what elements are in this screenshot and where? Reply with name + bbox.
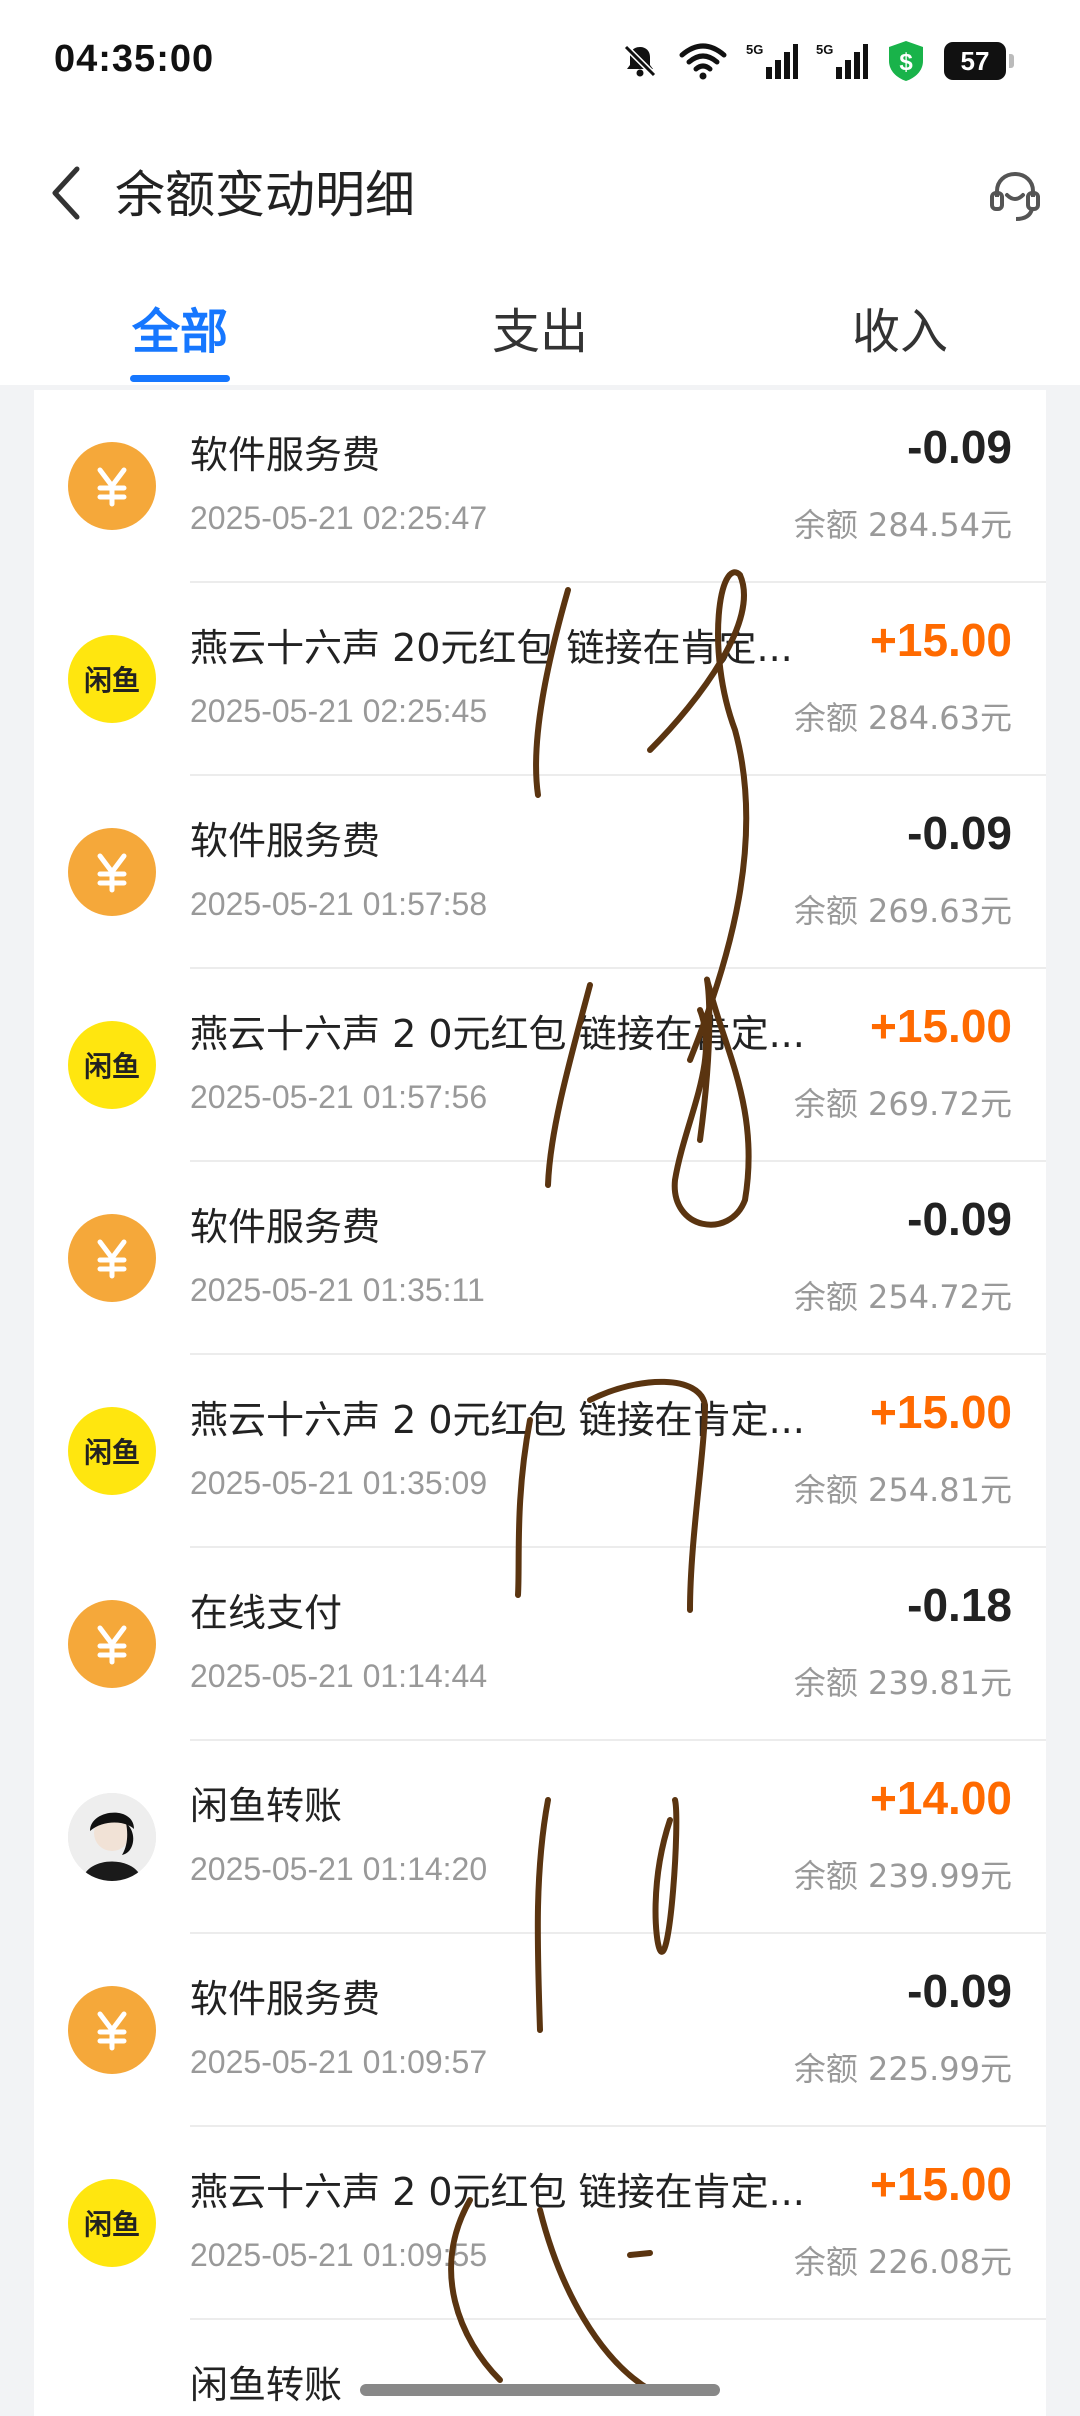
transaction-amount: +14.00: [870, 1772, 1012, 1824]
transaction-title: 软件服务费: [190, 819, 381, 863]
svg-text:$: $: [899, 49, 913, 76]
page-title: 余额变动明细: [115, 166, 415, 224]
avatar: [68, 1793, 156, 1881]
battery-indicator: 57: [944, 42, 1014, 80]
transaction-balance: 余额 226.08元: [793, 2243, 1012, 2281]
status-bar: 04:35:00 5G 5G $ 57: [0, 0, 1080, 130]
transaction-amount: +15.00: [870, 1386, 1012, 1438]
filter-tabs: 全部 支出 收入: [0, 270, 1080, 385]
wifi-icon: [678, 41, 728, 81]
transaction-time: 2025-05-21 01:57:56: [190, 1079, 488, 1115]
transaction-list: 软件服务费 2025-05-21 02:25:47 -0.09 余额 284.5…: [34, 390, 1046, 2416]
tab-all[interactable]: 全部: [80, 292, 280, 362]
transaction-time: 2025-05-21 01:57:58: [190, 886, 488, 922]
transaction-balance: 余额 254.72元: [793, 1278, 1012, 1316]
transaction-time: 2025-05-21 01:14:20: [190, 1851, 488, 1887]
xianyu-icon: 闲鱼: [68, 1407, 156, 1495]
5g-signal-icon: 5G: [746, 41, 798, 81]
list-item[interactable]: 在线支付 2025-05-21 01:14:44 -0.18 余额 239.81…: [34, 1548, 1046, 1741]
transaction-balance: 余额 284.54元: [793, 506, 1012, 544]
transaction-balance: 余额 239.81元: [793, 1664, 1012, 1702]
list-item[interactable]: 软件服务费 2025-05-21 01:35:11 -0.09 余额 254.7…: [34, 1162, 1046, 1355]
xianyu-logo-text: 闲鱼: [83, 664, 140, 697]
transaction-title: 燕云十六声 2 0元红包 链接在肯定...: [190, 1012, 805, 1056]
svg-text:5G: 5G: [816, 42, 833, 57]
status-icons: 5G 5G $ 57: [620, 36, 1014, 86]
xianyu-icon: 闲鱼: [68, 635, 156, 723]
transaction-title: 软件服务费: [190, 1205, 381, 1249]
xianyu-logo-text: 闲鱼: [83, 1050, 140, 1083]
xianyu-icon: 闲鱼: [68, 2179, 156, 2267]
transaction-balance: 余额 284.63元: [793, 699, 1012, 737]
tab-income[interactable]: 收入: [800, 292, 1000, 362]
transaction-title: 软件服务费: [190, 433, 381, 477]
transaction-amount: -0.09: [907, 1965, 1012, 2017]
transaction-balance: 余额 239.99元: [793, 1857, 1012, 1895]
transaction-title: 燕云十六声 2 0元红包 链接在肯定...: [190, 1398, 805, 1442]
customer-service-button[interactable]: [980, 162, 1050, 232]
transaction-amount: +15.00: [870, 614, 1012, 666]
transaction-time: 2025-05-21 01:35:11: [190, 1272, 485, 1308]
balance-detail-page: 04:35:00 5G 5G $ 57 余额变动明细 全部 支出 收入 软件服务…: [0, 0, 1080, 2416]
transaction-amount: +15.00: [870, 2158, 1012, 2210]
transaction-amount: -0.18: [907, 1579, 1012, 1631]
yuan-icon: [68, 442, 156, 530]
5g-signal-icon: 5G: [816, 41, 868, 81]
list-item[interactable]: 闲鱼 燕云十六声 2 0元红包 链接在肯定... 2025-05-21 01:5…: [34, 969, 1046, 1162]
transaction-title: 在线支付: [190, 1591, 343, 1635]
transaction-time: 2025-05-21 02:25:45: [190, 693, 488, 729]
list-item[interactable]: 软件服务费 2025-05-21 01:09:57 -0.09 余额 225.9…: [34, 1934, 1046, 2127]
tab-expense[interactable]: 支出: [440, 292, 640, 362]
yuan-icon: [68, 1986, 156, 2074]
chevron-left-icon: [47, 163, 87, 227]
transaction-title: 闲鱼转账: [190, 2363, 343, 2407]
transaction-title: 闲鱼转账: [190, 1784, 343, 1828]
transaction-time: 2025-05-21 01:09:55: [190, 2237, 488, 2273]
back-button[interactable]: [32, 160, 102, 230]
list-item[interactable]: 闲鱼 燕云十六声 2 0元红包 链接在肯定... 2025-05-21 01:3…: [34, 1355, 1046, 1548]
xianyu-logo-text: 闲鱼: [83, 2208, 140, 2241]
transaction-time: 2025-05-21 02:25:47: [190, 500, 488, 536]
transaction-title: 软件服务费: [190, 1977, 381, 2021]
list-item[interactable]: 闲鱼转账: [34, 2320, 1046, 2416]
transaction-balance: 余额 254.81元: [793, 1471, 1012, 1509]
transaction-balance: 余额 225.99元: [793, 2050, 1012, 2088]
transaction-time: 2025-05-21 01:09:57: [190, 2044, 488, 2080]
bell-muted-icon: [620, 41, 660, 81]
list-item[interactable]: 软件服务费 2025-05-21 02:25:47 -0.09 余额 284.5…: [34, 390, 1046, 583]
transaction-amount: +15.00: [870, 1000, 1012, 1052]
list-item[interactable]: 软件服务费 2025-05-21 01:57:58 -0.09 余额 269.6…: [34, 776, 1046, 969]
transaction-balance: 余额 269.72元: [793, 1085, 1012, 1123]
list-item[interactable]: 闲鱼转账 2025-05-21 01:14:20 +14.00 余额 239.9…: [34, 1741, 1046, 1934]
yuan-icon: [68, 1600, 156, 1688]
transaction-amount: -0.09: [907, 421, 1012, 473]
home-indicator[interactable]: [360, 2384, 720, 2396]
transaction-balance: 余额 269.63元: [793, 892, 1012, 930]
xianyu-logo-text: 闲鱼: [83, 1436, 140, 1469]
customer-service-icon: [985, 165, 1045, 229]
transaction-title: 燕云十六声 20元红包 链接在肯定...: [190, 626, 793, 670]
transaction-time: 2025-05-21 01:35:09: [190, 1465, 488, 1501]
status-time: 04:35:00: [54, 38, 215, 80]
transaction-time: 2025-05-21 01:14:44: [190, 1658, 488, 1694]
list-item[interactable]: 闲鱼 燕云十六声 2 0元红包 链接在肯定... 2025-05-21 01:0…: [34, 2127, 1046, 2320]
page-header: 余额变动明细: [0, 130, 1080, 260]
transaction-title: 燕云十六声 2 0元红包 链接在肯定...: [190, 2170, 805, 2214]
svg-text:5G: 5G: [746, 42, 763, 57]
transaction-amount: -0.09: [907, 807, 1012, 859]
xianyu-icon: 闲鱼: [68, 1021, 156, 1109]
yuan-icon: [68, 828, 156, 916]
list-item[interactable]: 闲鱼 燕云十六声 20元红包 链接在肯定... 2025-05-21 02:25…: [34, 583, 1046, 776]
transaction-amount: -0.09: [907, 1193, 1012, 1245]
shield-dollar-icon: $: [886, 39, 926, 83]
yuan-icon: [68, 1214, 156, 1302]
active-tab-indicator: [130, 375, 230, 382]
